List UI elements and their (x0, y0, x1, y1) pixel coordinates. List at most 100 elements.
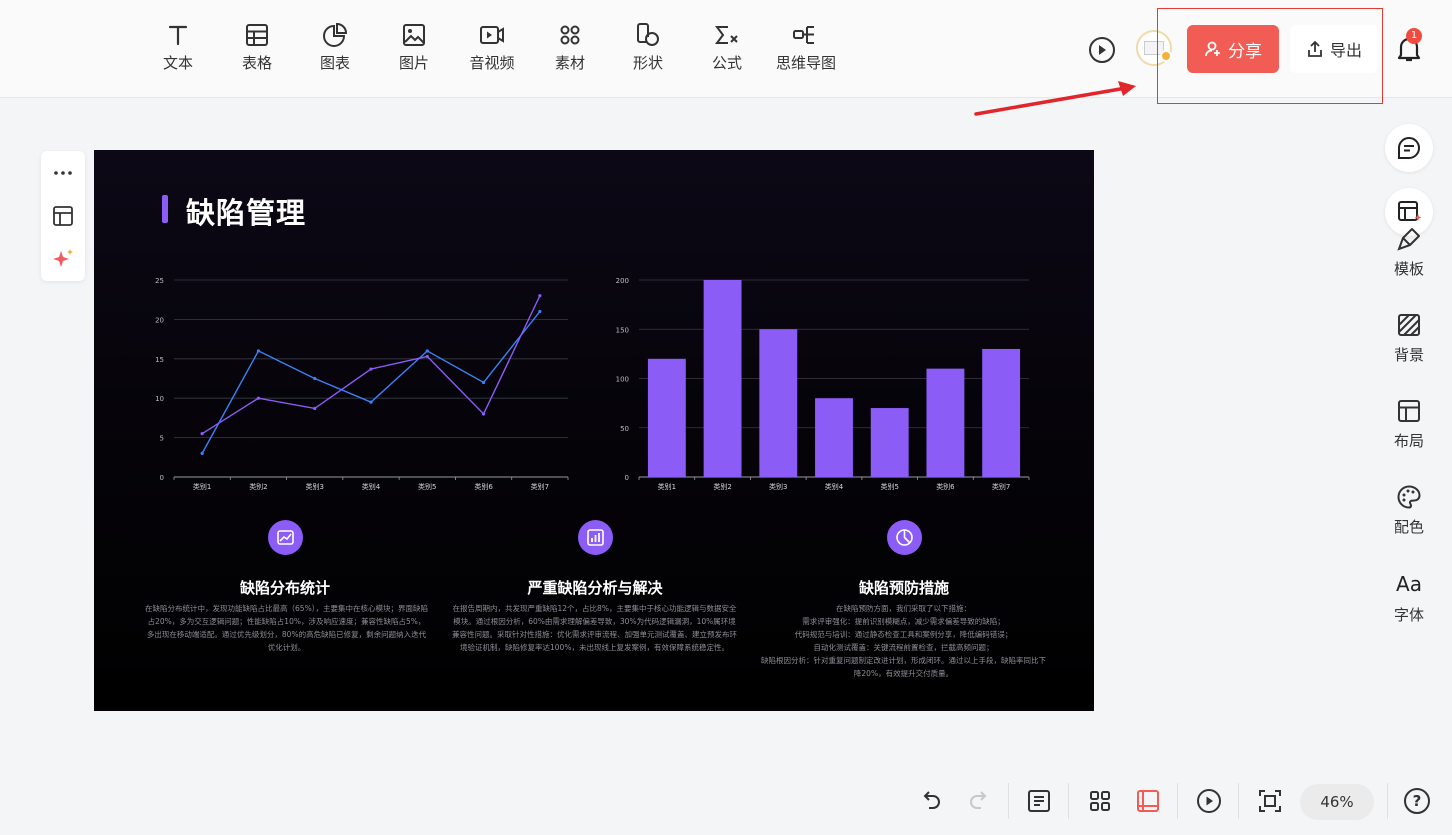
feature-text: 在缺陷预防方面，我们采取了以下措施： 需求评审强化：提前识别模糊点，减少需求偏差… (761, 604, 1046, 678)
bar (926, 368, 965, 477)
toolbar-text-button[interactable]: 文本 (143, 22, 213, 73)
x-tick-label: 类别1 (658, 482, 676, 491)
feature-text: 在缺陷分布统计中，发现功能缺陷占比最高（65%），主要集中在核心模块；界面缺陷占… (145, 604, 428, 652)
right-panel-font[interactable]: Aa 字体 (1384, 572, 1434, 625)
x-tick-label: 类别7 (992, 482, 1010, 491)
bar (647, 358, 686, 477)
line-series (201, 311, 541, 454)
comment-button[interactable] (1385, 124, 1433, 172)
background-icon (1398, 314, 1420, 336)
more-icon[interactable] (51, 161, 75, 185)
toolbar-image-label: 图片 (398, 54, 429, 72)
toolbar-shape-button[interactable]: 形状 (613, 22, 683, 73)
toolbar-chart-button[interactable]: 图表 (300, 22, 370, 73)
share-button[interactable]: 分享 (1187, 25, 1279, 73)
y-tick-label: 5 (160, 435, 164, 443)
y-tick-label: 150 (616, 326, 629, 334)
avatar[interactable] (1136, 30, 1172, 66)
ai-sparkle-icon[interactable] (51, 247, 75, 271)
line-point (313, 406, 317, 411)
bar-chart-icon (587, 529, 604, 546)
feature-title: 缺陷预防措施 (858, 579, 949, 597)
toolbar-chart-label: 图表 (319, 54, 350, 72)
palette-icon (1397, 485, 1421, 509)
pie-chart-icon (896, 529, 913, 546)
divider (1068, 783, 1069, 819)
export-button[interactable]: 导出 (1290, 25, 1378, 73)
left-panel (41, 151, 85, 281)
line-point (481, 412, 486, 416)
line-point (256, 349, 261, 353)
notification-badge: 1 (1406, 28, 1422, 44)
x-tick-label: 类别2 (249, 482, 267, 491)
line-point (200, 432, 204, 436)
right-panel-color[interactable]: 配色 (1384, 484, 1434, 537)
x-tick-label: 类别7 (531, 482, 549, 491)
slide-canvas[interactable]: 缺陷管理 0 5 10 15 20 25 类别1 类别2 类别3 类别4 类别5 类别6 类别7 0 50… (94, 150, 1094, 711)
right-panel-layout[interactable]: 布局 (1384, 398, 1434, 451)
y-tick-label: 10 (155, 395, 164, 403)
toolbar-video-button[interactable]: 音视频 (457, 22, 527, 73)
y-tick-label: 0 (160, 474, 164, 482)
x-tick-label: 类别2 (713, 482, 731, 491)
line-point (369, 367, 373, 371)
undo-icon[interactable] (918, 788, 944, 814)
feature-icon-circle (578, 520, 613, 555)
notes-icon[interactable] (1026, 788, 1052, 814)
y-tick-label: 0 (625, 474, 629, 482)
template-icon (1397, 228, 1420, 251)
line-chart[interactable]: 0 5 10 15 20 25 类别1 类别2 类别3 类别4 类别5 类别6 类别7 (144, 260, 594, 500)
fit-screen-icon[interactable] (1257, 788, 1283, 814)
x-tick-label: 类别5 (880, 482, 898, 491)
help-icon[interactable]: ? (1404, 788, 1430, 814)
chart-icon (323, 22, 348, 47)
right-panel-label: 布局 (1393, 432, 1424, 450)
top-toolbar: 文本 表格 图表 图片 音视频 素材 形状 公式 思维导图 分享 导出 1 (0, 0, 1452, 98)
x-tick-label: 类别4 (825, 482, 844, 491)
y-tick-label: 200 (616, 277, 629, 285)
bar-chart[interactable]: 0 50 100 150 200 类别1 类别2 类别3 类别4 类别5 类别6 类别7 (609, 260, 1059, 500)
play-icon[interactable] (1196, 788, 1222, 814)
grid-view-icon[interactable] (1087, 788, 1113, 814)
toolbar-assets-button[interactable]: 素材 (535, 22, 605, 73)
right-panel-template[interactable]: 模板 (1384, 226, 1434, 279)
right-panel-label: 配色 (1393, 518, 1424, 536)
y-tick-label: 100 (616, 376, 629, 384)
right-panel-label: 字体 (1393, 606, 1424, 624)
divider (1238, 783, 1239, 819)
line-series (201, 295, 541, 435)
toolbar-shape-label: 形状 (632, 54, 663, 72)
toolbar-formula-button[interactable]: 公式 (692, 22, 762, 73)
right-panel-label: 模板 (1393, 260, 1424, 278)
redo-icon[interactable] (966, 788, 992, 814)
zoom-level[interactable]: 46% (1300, 784, 1374, 820)
line-point (200, 451, 204, 455)
toolbar-assets-label: 素材 (554, 54, 585, 72)
x-tick-label: 类别6 (936, 482, 955, 491)
toolbar-table-button[interactable]: 表格 (222, 22, 292, 73)
bar (815, 398, 853, 477)
x-tick-label: 类别5 (418, 482, 436, 491)
thumbnail-view-icon[interactable] (1135, 788, 1161, 814)
divider (1177, 783, 1178, 819)
right-panel-label: 背景 (1393, 346, 1424, 364)
title-accent-bar (162, 195, 168, 223)
page-layout-icon[interactable] (51, 204, 75, 228)
toolbar-video-label: 音视频 (469, 54, 515, 72)
divider (1387, 783, 1388, 819)
image-icon (403, 24, 425, 46)
y-tick-label: 20 (155, 316, 164, 324)
feature-text: 在报告周期内，共发现严重缺陷12个，占比8%，主要集中于核心功能逻辑与数据安全模… (452, 604, 737, 652)
toolbar-image-button[interactable]: 图片 (379, 22, 449, 73)
line-point (538, 309, 542, 314)
toolbar-mindmap-button[interactable]: 思维导图 (770, 22, 842, 73)
play-icon[interactable] (1088, 36, 1116, 64)
right-panel-background[interactable]: 背景 (1384, 312, 1434, 365)
y-tick-label: 25 (155, 277, 164, 285)
bar (759, 329, 798, 477)
text-icon (168, 25, 188, 46)
font-icon: Aa (1396, 572, 1422, 596)
line-point (425, 354, 429, 359)
assets-icon (560, 25, 580, 45)
line-chart-icon (277, 530, 294, 545)
